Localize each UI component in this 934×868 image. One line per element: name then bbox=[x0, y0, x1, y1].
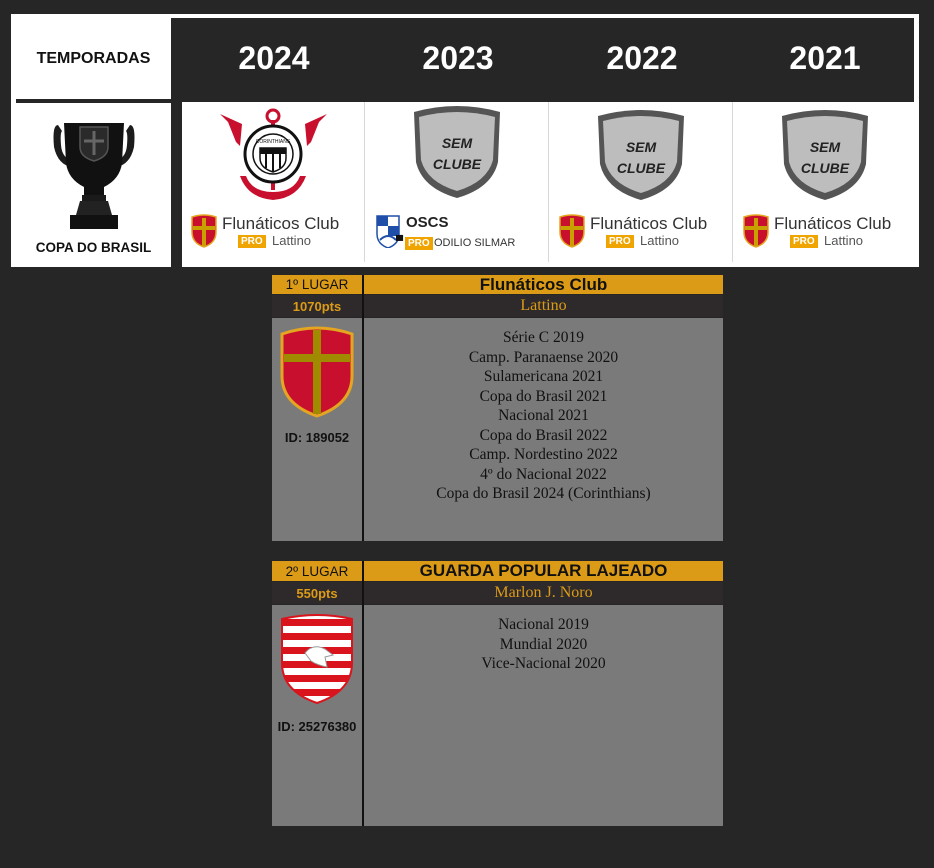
titles-list: Nacional 2019 Mundial 2020 Vice-Nacional… bbox=[364, 615, 723, 674]
titles-area: Nacional 2019 Mundial 2020 Vice-Nacional… bbox=[364, 605, 723, 826]
title-item: Nacional 2021 bbox=[498, 407, 589, 424]
team-id: ID: 189052 bbox=[284, 430, 350, 445]
panel-divider bbox=[362, 275, 364, 541]
flunaticos-shield-icon bbox=[191, 214, 217, 248]
flunaticos-shield-icon bbox=[559, 214, 585, 248]
rank-label: 1º LUGAR bbox=[272, 275, 362, 294]
champion-cell-2021: SEM CLUBE Flunáticos Club PRO Lattino bbox=[734, 102, 919, 262]
year-2022: 2022 bbox=[606, 40, 678, 76]
manager-name: Marlon J. Noro bbox=[364, 582, 723, 604]
sem-text: SEM bbox=[442, 135, 473, 151]
year-header-bar: 2024 2023 2022 2021 bbox=[171, 18, 914, 102]
competition-caption: COPA DO BRASIL bbox=[35, 240, 152, 255]
points-value: 550pts bbox=[272, 582, 362, 604]
manager-name: ODILIO SILMAR bbox=[434, 237, 516, 249]
champion-club-2021: Flunáticos Club PRO Lattino bbox=[742, 212, 920, 252]
pro-tag: PRO bbox=[238, 235, 266, 248]
clube-text: CLUBE bbox=[617, 160, 666, 176]
title-item: Copa do Brasil 2021 bbox=[479, 387, 608, 405]
hat-icon: ▀ bbox=[396, 236, 404, 247]
team-name: Flunáticos Club bbox=[364, 275, 723, 294]
sem-clube-badge-icon: SEM CLUBE bbox=[782, 110, 868, 200]
manager-name: Lattino bbox=[364, 295, 723, 317]
team-info: ID: 25276380 bbox=[272, 605, 362, 826]
season-table: TEMPORADAS COPA DO BRASIL 2024 2023 2022… bbox=[11, 14, 919, 267]
club-name: OSCS bbox=[406, 214, 449, 231]
club-name: Flunáticos Club bbox=[774, 214, 892, 233]
year-2024: 2024 bbox=[238, 40, 310, 76]
pro-tag: PRO bbox=[606, 235, 634, 248]
sem-text: SEM bbox=[810, 139, 841, 155]
flunaticos-shield-icon bbox=[280, 326, 354, 418]
sem-clube-badge-icon: SEM CLUBE bbox=[598, 110, 684, 200]
seasons-label-cell: TEMPORADAS bbox=[16, 19, 171, 103]
points-value: 1070pts bbox=[272, 295, 362, 317]
title-item: Vice-Nacional 2020 bbox=[481, 655, 606, 672]
team-id: ID: 25276380 bbox=[277, 719, 357, 734]
titles-list: Série C 2019 Camp. Paranaense 2020 Sulam… bbox=[364, 328, 723, 504]
manager-name: Lattino bbox=[824, 233, 864, 248]
sem-clube-badge-icon: SEM CLUBE bbox=[414, 106, 500, 198]
club-name: Flunáticos Club bbox=[222, 214, 340, 233]
ranking-panel-2: 2º LUGAR GUARDA POPULAR LAJEADO 550pts M… bbox=[272, 561, 723, 826]
title-item: Série C 2019 bbox=[503, 329, 584, 346]
title-item: Copa do Brasil 2022 bbox=[479, 426, 608, 444]
champion-cell-2024: CORINTHIANS Flunáticos Club PRO Lattino bbox=[182, 102, 365, 262]
pro-tag: PRO bbox=[405, 237, 433, 250]
title-item: Camp. Paranaense 2020 bbox=[468, 348, 619, 366]
title-item: Mundial 2020 bbox=[499, 635, 588, 653]
manager-name: Lattino bbox=[272, 233, 312, 248]
panel-divider bbox=[362, 561, 364, 826]
column-divider bbox=[171, 102, 182, 267]
team-name: GUARDA POPULAR LAJEADO bbox=[364, 561, 723, 581]
year-2023: 2023 bbox=[422, 40, 494, 76]
champion-club-2024: Flunáticos Club PRO Lattino bbox=[190, 212, 368, 252]
champion-club-2022: Flunáticos Club PRO Lattino bbox=[558, 212, 736, 252]
title-item: Copa do Brasil 2024 (Corinthians) bbox=[436, 485, 651, 502]
trophy-icon bbox=[53, 123, 135, 229]
title-item: Nacional 2019 bbox=[498, 616, 589, 633]
manager-name: Lattino bbox=[640, 233, 680, 248]
year-2021: 2021 bbox=[789, 40, 861, 76]
titles-area: Série C 2019 Camp. Paranaense 2020 Sulam… bbox=[364, 318, 723, 541]
champion-cell-2022: SEM CLUBE Flunáticos Club PRO Lattino bbox=[550, 102, 733, 262]
guarda-popular-shield-icon bbox=[281, 614, 353, 705]
flunaticos-shield-icon bbox=[743, 214, 769, 248]
svg-text:CORINTHIANS: CORINTHIANS bbox=[256, 139, 291, 145]
title-item: Sulamericana 2021 bbox=[483, 368, 604, 385]
title-item: 4º do Nacional 2022 bbox=[480, 465, 607, 483]
champion-cell-2023: SEM CLUBE OSCS ▀ PRO ODILIO SILMAR bbox=[366, 102, 549, 262]
trophy-cell: COPA DO BRASIL bbox=[16, 103, 171, 263]
club-name: Flunáticos Club bbox=[590, 214, 708, 233]
corinthians-badge-icon: CORINTHIANS bbox=[220, 108, 327, 200]
team-info: ID: 189052 bbox=[272, 318, 362, 541]
title-item: Camp. Nordestino 2022 bbox=[469, 446, 618, 463]
seasons-label: TEMPORADAS bbox=[36, 50, 151, 67]
sem-text: SEM bbox=[626, 139, 657, 155]
ranking-panel-1: 1º LUGAR Flunáticos Club 1070pts Lattino… bbox=[272, 275, 723, 541]
clube-text: CLUBE bbox=[801, 160, 850, 176]
pro-tag: PRO bbox=[790, 235, 818, 248]
clube-text: CLUBE bbox=[433, 156, 482, 172]
rank-label: 2º LUGAR bbox=[272, 561, 362, 581]
champion-club-2023: OSCS ▀ PRO ODILIO SILMAR bbox=[376, 214, 554, 254]
